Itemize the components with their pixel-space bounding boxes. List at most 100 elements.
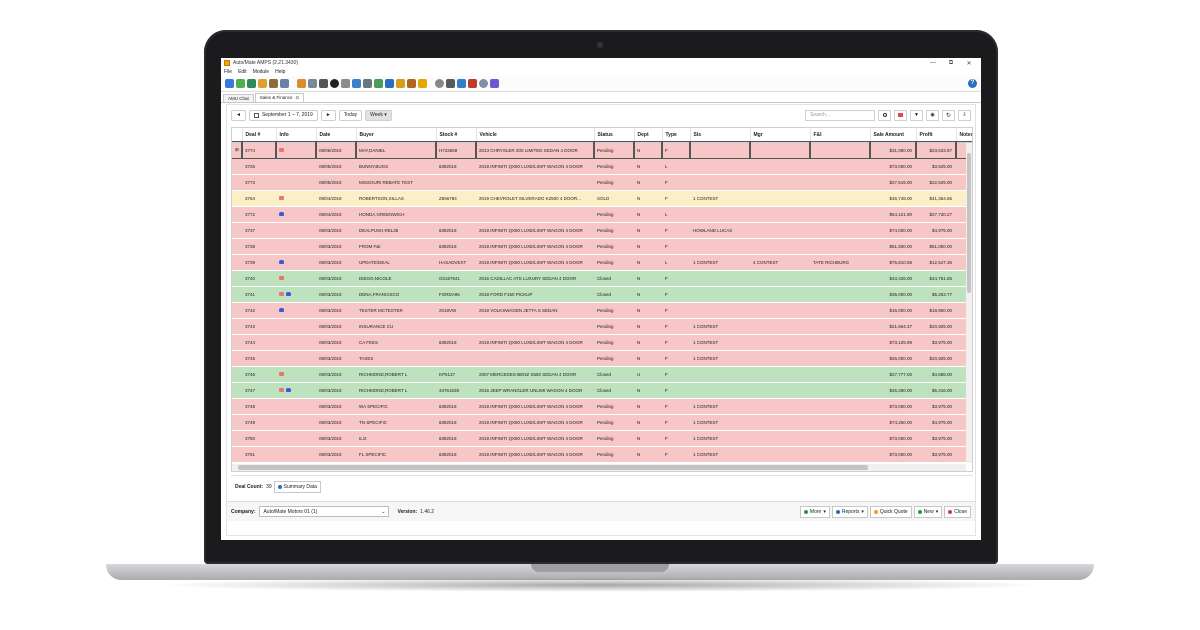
help-icon[interactable]: ?: [968, 79, 977, 88]
people-group-icon[interactable]: [418, 79, 427, 88]
row-expand-cell[interactable]: [232, 174, 242, 191]
car-icon[interactable]: [352, 79, 361, 88]
folder-icon[interactable]: [297, 79, 306, 88]
prev-week-button[interactable]: ◄: [231, 109, 246, 121]
row-expand-cell[interactable]: [232, 206, 242, 223]
row-expand-cell[interactable]: [232, 350, 242, 367]
header-info[interactable]: Info: [276, 128, 317, 143]
header-sale-amount[interactable]: Sale Amount: [870, 128, 917, 143]
row-expand-cell[interactable]: [232, 302, 242, 319]
row-expand-cell[interactable]: [232, 430, 242, 447]
row-expand-cell[interactable]: ⊞: [232, 141, 243, 159]
header-buyer[interactable]: Buyer: [356, 128, 437, 143]
today-button[interactable]: Today: [338, 109, 363, 121]
table-row[interactable]: 3740 09/03/2019 DIEGO,NICOLE G0167541 2016 C…: [232, 270, 972, 287]
gauge-icon[interactable]: [435, 79, 444, 88]
header-vehicle[interactable]: Vehicle: [476, 128, 595, 143]
menu-file[interactable]: File: [224, 69, 232, 75]
table-row[interactable]: 3746 09/03/2019 RICHMOND,ROBERT L KP5137 200…: [232, 366, 972, 383]
card-icon[interactable]: [319, 79, 328, 88]
row-expand-cell[interactable]: [232, 398, 242, 415]
table-row[interactable]: 3772 09/04/2019 HONDA,GREENWICH Pending N L $5…: [232, 206, 972, 223]
filter-button[interactable]: ▼: [910, 109, 923, 121]
tab-close-icon[interactable]: ⊠: [296, 95, 300, 100]
table-row[interactable]: 3741 09/03/2019 DENA,FRANCISCO FORDA95 2018 …: [232, 286, 972, 303]
search-input[interactable]: Search...: [805, 109, 875, 121]
close-window-button[interactable]: ✕: [960, 60, 978, 67]
table-row[interactable]: 3749 09/03/2019 TN SPECIFIC 8382019 2019 INF…: [232, 414, 972, 431]
gear-icon[interactable]: [308, 79, 317, 88]
tire-icon[interactable]: [330, 79, 339, 88]
tools-icon[interactable]: [396, 79, 405, 88]
summary-data-button[interactable]: Summary Data: [273, 480, 321, 493]
menu-edit[interactable]: Edit: [238, 69, 247, 75]
header-deal[interactable]: Deal #: [242, 128, 277, 143]
header-date[interactable]: Date: [316, 128, 357, 143]
header-sls[interactable]: Sls: [690, 128, 751, 143]
header-mgr[interactable]: Mgr: [750, 128, 811, 143]
export-button[interactable]: ⇩: [958, 109, 971, 121]
reports-button[interactable]: Reports ▾: [831, 505, 868, 518]
row-expand-cell[interactable]: [232, 382, 242, 399]
row-expand-cell[interactable]: [232, 158, 242, 175]
table-row[interactable]: 3739 09/03/2019 UPDATE\DEAL HASADVEXT 2019 I…: [232, 254, 972, 271]
globe-icon[interactable]: [280, 79, 289, 88]
vertical-scrollbar[interactable]: [966, 143, 972, 463]
row-expand-cell[interactable]: [232, 414, 242, 431]
flask-icon[interactable]: [490, 79, 499, 88]
table-row[interactable]: 3751 09/03/2019 FL SPECIFIC 8382019 2019 INF…: [232, 446, 972, 463]
table-row[interactable]: 3750 09/03/2019 IL/2 8382019 2019 INFINITI Q…: [232, 430, 972, 447]
refresh-button[interactable]: ↻: [942, 109, 955, 121]
person-icon[interactable]: [258, 79, 267, 88]
pencil-icon[interactable]: [236, 79, 245, 88]
wrench-icon[interactable]: [341, 79, 350, 88]
calculator-icon[interactable]: [385, 79, 394, 88]
expand-icon[interactable]: ⊞: [235, 147, 239, 152]
row-expand-cell[interactable]: [232, 446, 242, 463]
header-stock[interactable]: Stock #: [436, 128, 477, 143]
dashboard-icon[interactable]: [446, 79, 455, 88]
row-expand-cell[interactable]: [232, 318, 242, 335]
document-icon[interactable]: [374, 79, 383, 88]
color-filter-button[interactable]: [894, 109, 907, 121]
minimize-button[interactable]: —: [924, 60, 942, 66]
table-row[interactable]: 3748 09/03/2019 WA SPECIFIC 8382019 2019 INF…: [232, 398, 972, 415]
row-expand-cell[interactable]: [232, 366, 242, 383]
row-expand-cell[interactable]: [232, 238, 242, 255]
new-button[interactable]: New ▾: [913, 505, 943, 518]
people-icon[interactable]: [269, 79, 278, 88]
key-icon[interactable]: [407, 79, 416, 88]
menu-module[interactable]: Module: [253, 69, 269, 75]
grid-icon[interactable]: [225, 79, 234, 88]
row-expand-cell[interactable]: [232, 270, 242, 287]
quick-quote-button[interactable]: Quick Quote: [869, 505, 912, 518]
header-status[interactable]: Status: [594, 128, 635, 143]
date-range-picker[interactable]: September 1 – 7, 2019: [248, 109, 318, 121]
more-button[interactable]: More ▾: [799, 505, 830, 518]
company-select[interactable]: Auto/Mate Motors 01 (1) ⌄: [259, 506, 390, 517]
header-profit[interactable]: Profit: [916, 128, 957, 143]
menu-help[interactable]: Help: [275, 69, 285, 75]
horizontal-scroll-thumb[interactable]: [238, 465, 868, 470]
table-row[interactable]: 3743 09/03/2019 INSURANCE CU Pending N F 1 CON…: [232, 318, 972, 335]
search-button[interactable]: [878, 109, 891, 121]
row-expand-cell[interactable]: [232, 334, 242, 351]
table-row[interactable]: 3726 09/05/2019 BUNNY,BUGS 8382019 2019 INFI…: [232, 158, 972, 175]
close-button[interactable]: Close: [944, 505, 971, 518]
table-row[interactable]: ⊞ 3774 09/06/2019 MAY,DANIEL H743669 2013 CHR…: [232, 141, 972, 159]
printer-icon[interactable]: [363, 79, 372, 88]
table-row[interactable]: 3764 09/04/2019 ROBERTSON,SILLAS Z556784 201…: [232, 190, 972, 207]
report-icon[interactable]: [457, 79, 466, 88]
view-select[interactable]: Week ▾: [365, 109, 392, 121]
tab-amu-chat[interactable]: AMU Chat: [223, 94, 254, 102]
visibility-button[interactable]: ◉: [926, 109, 939, 121]
maximize-button[interactable]: ⧉: [942, 60, 960, 67]
horizontal-scrollbar[interactable]: [232, 464, 966, 471]
next-week-button[interactable]: ►: [320, 109, 336, 121]
settings-icon[interactable]: [479, 79, 488, 88]
tab-sales-finance[interactable]: Sales & Finance ⊠: [254, 93, 305, 102]
header-fi[interactable]: F&I: [810, 128, 871, 143]
row-expand-cell[interactable]: [232, 286, 242, 303]
header-notes[interactable]: Notes: [956, 128, 972, 143]
table-row[interactable]: 3744 09/03/2019 CA FEES 8382019 2019 INFINIT…: [232, 334, 972, 351]
